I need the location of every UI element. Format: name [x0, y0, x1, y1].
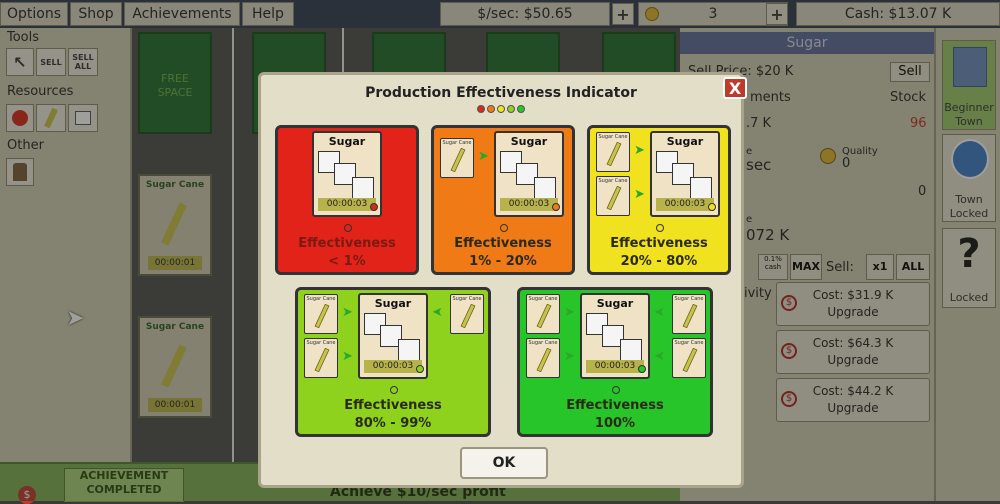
- sugar-cane-input: Sugar Cane: [440, 138, 474, 178]
- factory-title: Sugar: [666, 135, 704, 148]
- sugar-cube-icon: [620, 339, 642, 361]
- sugar-cane-icon: [682, 348, 698, 372]
- input-title: Sugar Cane: [674, 340, 704, 346]
- sugar-cane-icon: [536, 348, 552, 372]
- effectiveness-card-red: Sugar 00:00:03 Effectiveness < 1%: [275, 125, 419, 275]
- arrow-left-icon: ➤: [654, 305, 665, 320]
- arrow-right-icon: ➤: [634, 143, 645, 158]
- effectiveness-range: 20% - 80%: [620, 254, 698, 269]
- dialog-title: Production Effectiveness Indicator: [365, 85, 637, 101]
- input-title: Sugar Cane: [674, 296, 704, 302]
- sugar-factory: Sugar 00:00:03: [312, 131, 382, 217]
- input-title: Sugar Cane: [306, 340, 336, 346]
- sugar-cane-input: Sugar Cane: [596, 132, 630, 172]
- indicator-dot-icon: [487, 105, 495, 113]
- factory-title: Sugar: [596, 297, 634, 310]
- status-dot-icon: [708, 203, 716, 211]
- indicator-dot-icon: [517, 105, 525, 113]
- effectiveness-label: Effectiveness: [454, 236, 552, 251]
- status-dot-icon: [370, 203, 378, 211]
- factory-title: Sugar: [374, 297, 412, 310]
- sugar-cane-input: Sugar Cane: [672, 294, 706, 334]
- factory-title: Sugar: [510, 135, 548, 148]
- input-title: Sugar Cane: [452, 296, 482, 302]
- input-title: Sugar Cane: [598, 134, 628, 140]
- effectiveness-card-orange: Sugar Cane ➤ Sugar 00:00:03 Effectivenes…: [431, 125, 575, 275]
- sugar-cane-icon: [314, 348, 330, 372]
- arrow-left-icon: ➤: [654, 349, 665, 364]
- factory-timer: 00:00:03: [656, 198, 714, 211]
- arrow-right-icon: ➤: [564, 305, 575, 320]
- arrow-left-icon: ➤: [432, 305, 443, 320]
- effectiveness-range: < 1%: [328, 254, 366, 269]
- sugar-cane-icon: [606, 186, 622, 210]
- ok-button[interactable]: OK: [460, 447, 548, 479]
- arrow-right-icon: ➤: [564, 349, 575, 364]
- indicator-dot-icon: [497, 105, 505, 113]
- effectiveness-label: Effectiveness: [566, 398, 664, 413]
- factory-timer: 00:00:03: [500, 198, 558, 211]
- factory-timer: 00:00:03: [318, 198, 376, 211]
- effectiveness-range: 100%: [594, 416, 636, 431]
- indicator-dot-icon: [507, 105, 515, 113]
- factory-timer: 00:00:03: [364, 360, 422, 373]
- effectiveness-card-green: Sugar Cane Sugar Cane ➤ ➤ Sugar 00:00:03…: [517, 287, 713, 437]
- input-title: Sugar Cane: [442, 140, 472, 146]
- factory-timer: 00:00:03: [586, 360, 644, 373]
- sugar-cane-icon: [450, 148, 466, 172]
- effectiveness-range: 80% - 99%: [354, 416, 432, 431]
- sugar-cane-input: Sugar Cane: [526, 294, 560, 334]
- sugar-cane-icon: [314, 304, 330, 328]
- sugar-cube-icon: [534, 177, 556, 199]
- input-title: Sugar Cane: [528, 296, 558, 302]
- sugar-cube-icon: [398, 339, 420, 361]
- effectiveness-range: 1% - 20%: [469, 254, 537, 269]
- sugar-cane-icon: [460, 304, 476, 328]
- effectiveness-label: Effectiveness: [298, 236, 396, 251]
- sugar-cane-icon: [682, 304, 698, 328]
- sugar-cane-icon: [606, 142, 622, 166]
- sugar-cane-input: Sugar Cane: [596, 176, 630, 216]
- sugar-cane-input: Sugar Cane: [672, 338, 706, 378]
- input-title: Sugar Cane: [528, 340, 558, 346]
- input-title: Sugar Cane: [598, 178, 628, 184]
- sugar-cane-input: Sugar Cane: [304, 294, 338, 334]
- sugar-factory: Sugar 00:00:03: [650, 131, 720, 217]
- indicator-dot-icon: [477, 105, 485, 113]
- sugar-factory: Sugar 00:00:03: [494, 131, 564, 217]
- status-dot-icon: [552, 203, 560, 211]
- indicator-ring-icon: [500, 224, 508, 232]
- arrow-right-icon: ➤: [634, 187, 645, 202]
- sugar-cane-input: Sugar Cane: [304, 338, 338, 378]
- effectiveness-card-yellow: Sugar Cane Sugar Cane ➤ ➤ Sugar 00:00:03…: [587, 125, 731, 275]
- factory-title: Sugar: [328, 135, 366, 148]
- effectiveness-card-light-green: Sugar Cane Sugar Cane ➤ ➤ Sugar 00:00:03…: [295, 287, 491, 437]
- effectiveness-dialog: X Production Effectiveness Indicator Sug…: [258, 72, 747, 488]
- indicator-ring-icon: [390, 386, 398, 394]
- arrow-right-icon: ➤: [342, 349, 353, 364]
- effectiveness-label: Effectiveness: [344, 398, 442, 413]
- sugar-cane-icon: [536, 304, 552, 328]
- arrow-right-icon: ➤: [342, 305, 353, 320]
- indicator-ring-icon: [344, 224, 352, 232]
- effectiveness-label: Effectiveness: [610, 236, 708, 251]
- sugar-cane-input: Sugar Cane: [526, 338, 560, 378]
- effectiveness-dots: [261, 105, 741, 113]
- sugar-cube-icon: [690, 177, 712, 199]
- input-title: Sugar Cane: [306, 296, 336, 302]
- status-dot-icon: [638, 365, 646, 373]
- arrow-right-icon: ➤: [478, 149, 489, 164]
- status-dot-icon: [416, 365, 424, 373]
- sugar-factory: Sugar 00:00:03: [358, 293, 428, 379]
- indicator-ring-icon: [656, 224, 664, 232]
- sugar-cube-icon: [352, 177, 374, 199]
- sugar-cane-input: Sugar Cane: [450, 294, 484, 334]
- sugar-factory: Sugar 00:00:03: [580, 293, 650, 379]
- indicator-ring-icon: [612, 386, 620, 394]
